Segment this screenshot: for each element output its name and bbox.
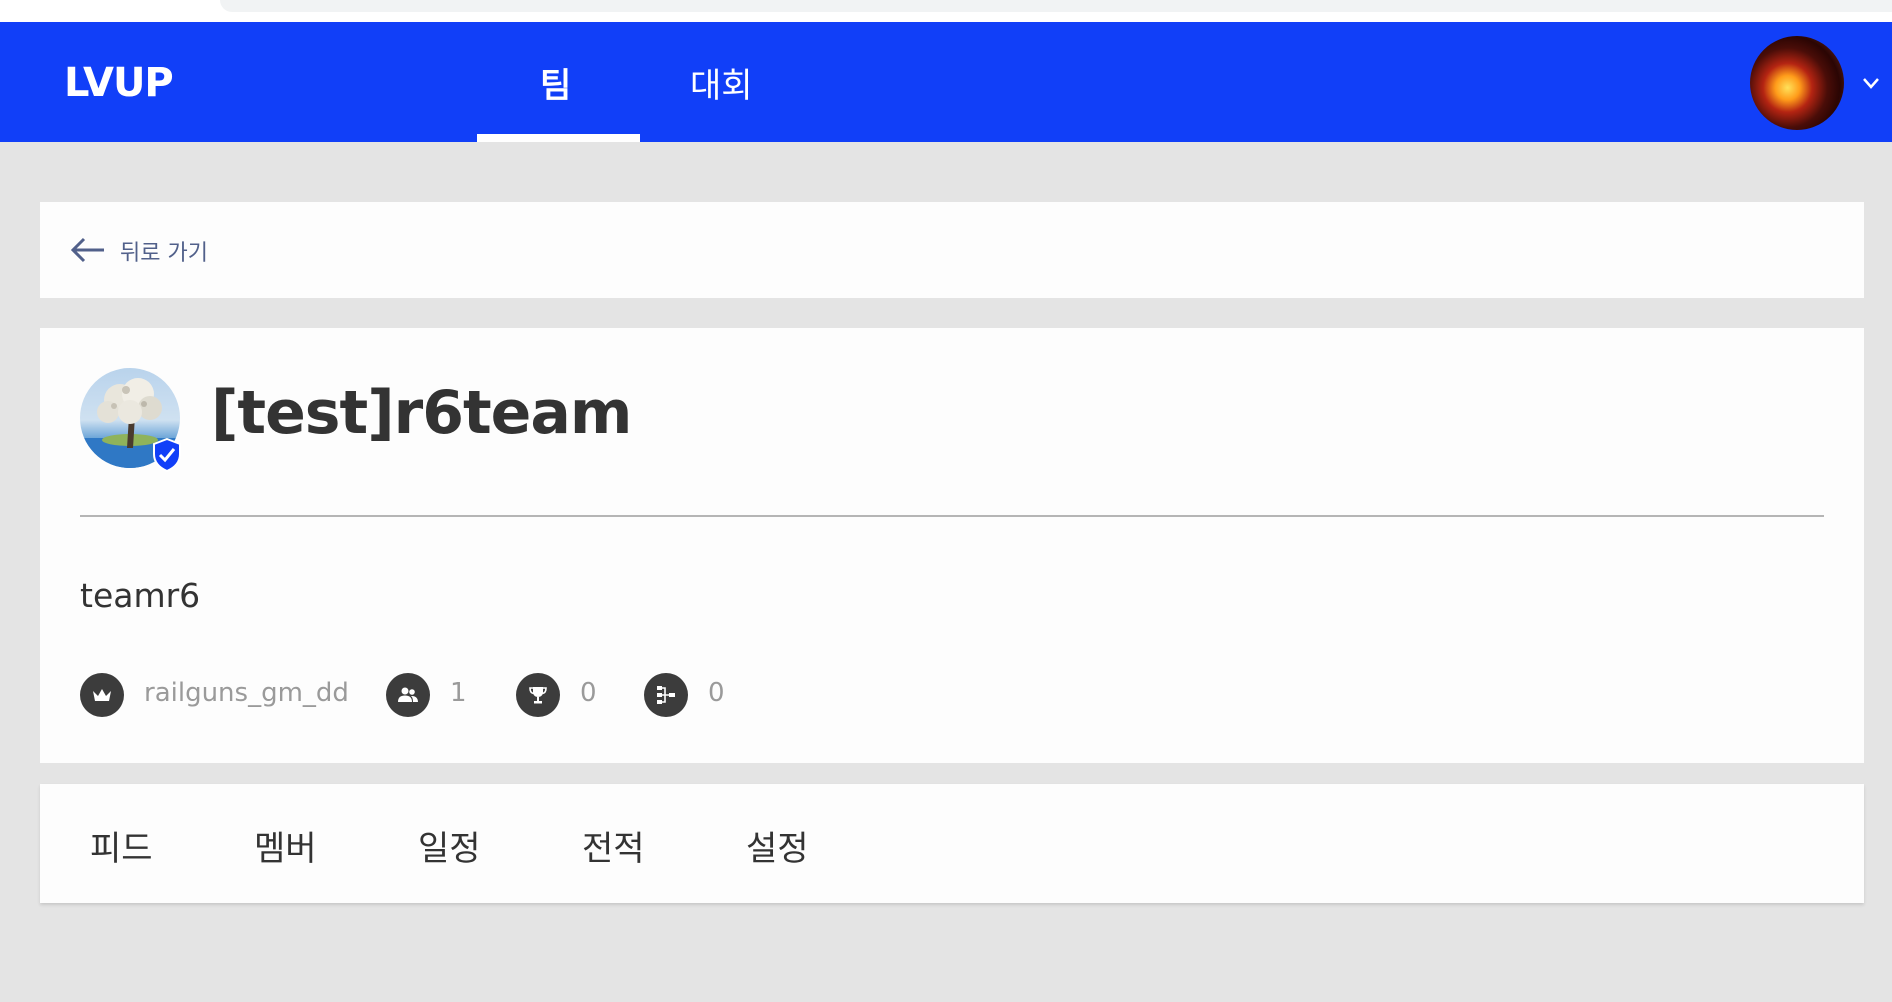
- tab-members[interactable]: 멤버: [254, 821, 317, 870]
- member-count: 1: [450, 678, 467, 708]
- trophy-count: 0: [580, 678, 597, 708]
- nav-tab-team[interactable]: 팀: [540, 58, 571, 107]
- team-tabs: 피드 멤버 일정 전적 설정: [40, 784, 1864, 903]
- bracket-count: 0: [708, 678, 725, 708]
- chevron-down-icon[interactable]: [1862, 74, 1880, 92]
- team-description: teamr6: [80, 576, 201, 615]
- bracket-icon: [657, 686, 675, 704]
- tab-settings[interactable]: 설정: [746, 821, 809, 870]
- team-name: [test]r6team: [211, 378, 632, 448]
- back-link[interactable]: 뒤로 가기: [120, 235, 208, 267]
- shield-check-icon: [153, 438, 181, 472]
- browser-address-bar: [220, 0, 1892, 12]
- arrow-left-icon[interactable]: [70, 235, 106, 265]
- active-tab-indicator: [477, 134, 640, 142]
- crown-icon: [93, 689, 111, 701]
- team-profile-card: [test]r6team teamr6 railguns_gm_dd 1 0 0: [40, 328, 1864, 763]
- top-navigation-bar: LVUP 팀 대회: [0, 22, 1892, 142]
- browser-top-strip: [0, 0, 1892, 22]
- people-icon: [398, 687, 418, 702]
- back-card: 뒤로 가기: [40, 202, 1864, 298]
- tab-record[interactable]: 전적: [582, 821, 645, 870]
- team-owner-name[interactable]: railguns_gm_dd: [144, 678, 349, 708]
- trophy-icon: [529, 687, 547, 704]
- divider: [80, 515, 1824, 517]
- tab-feed[interactable]: 피드: [90, 821, 153, 870]
- nav-tab-tournament[interactable]: 대회: [690, 58, 753, 107]
- tab-schedule[interactable]: 일정: [418, 821, 481, 870]
- user-avatar[interactable]: [1750, 36, 1844, 130]
- lvup-logo[interactable]: LVUP: [64, 60, 174, 106]
